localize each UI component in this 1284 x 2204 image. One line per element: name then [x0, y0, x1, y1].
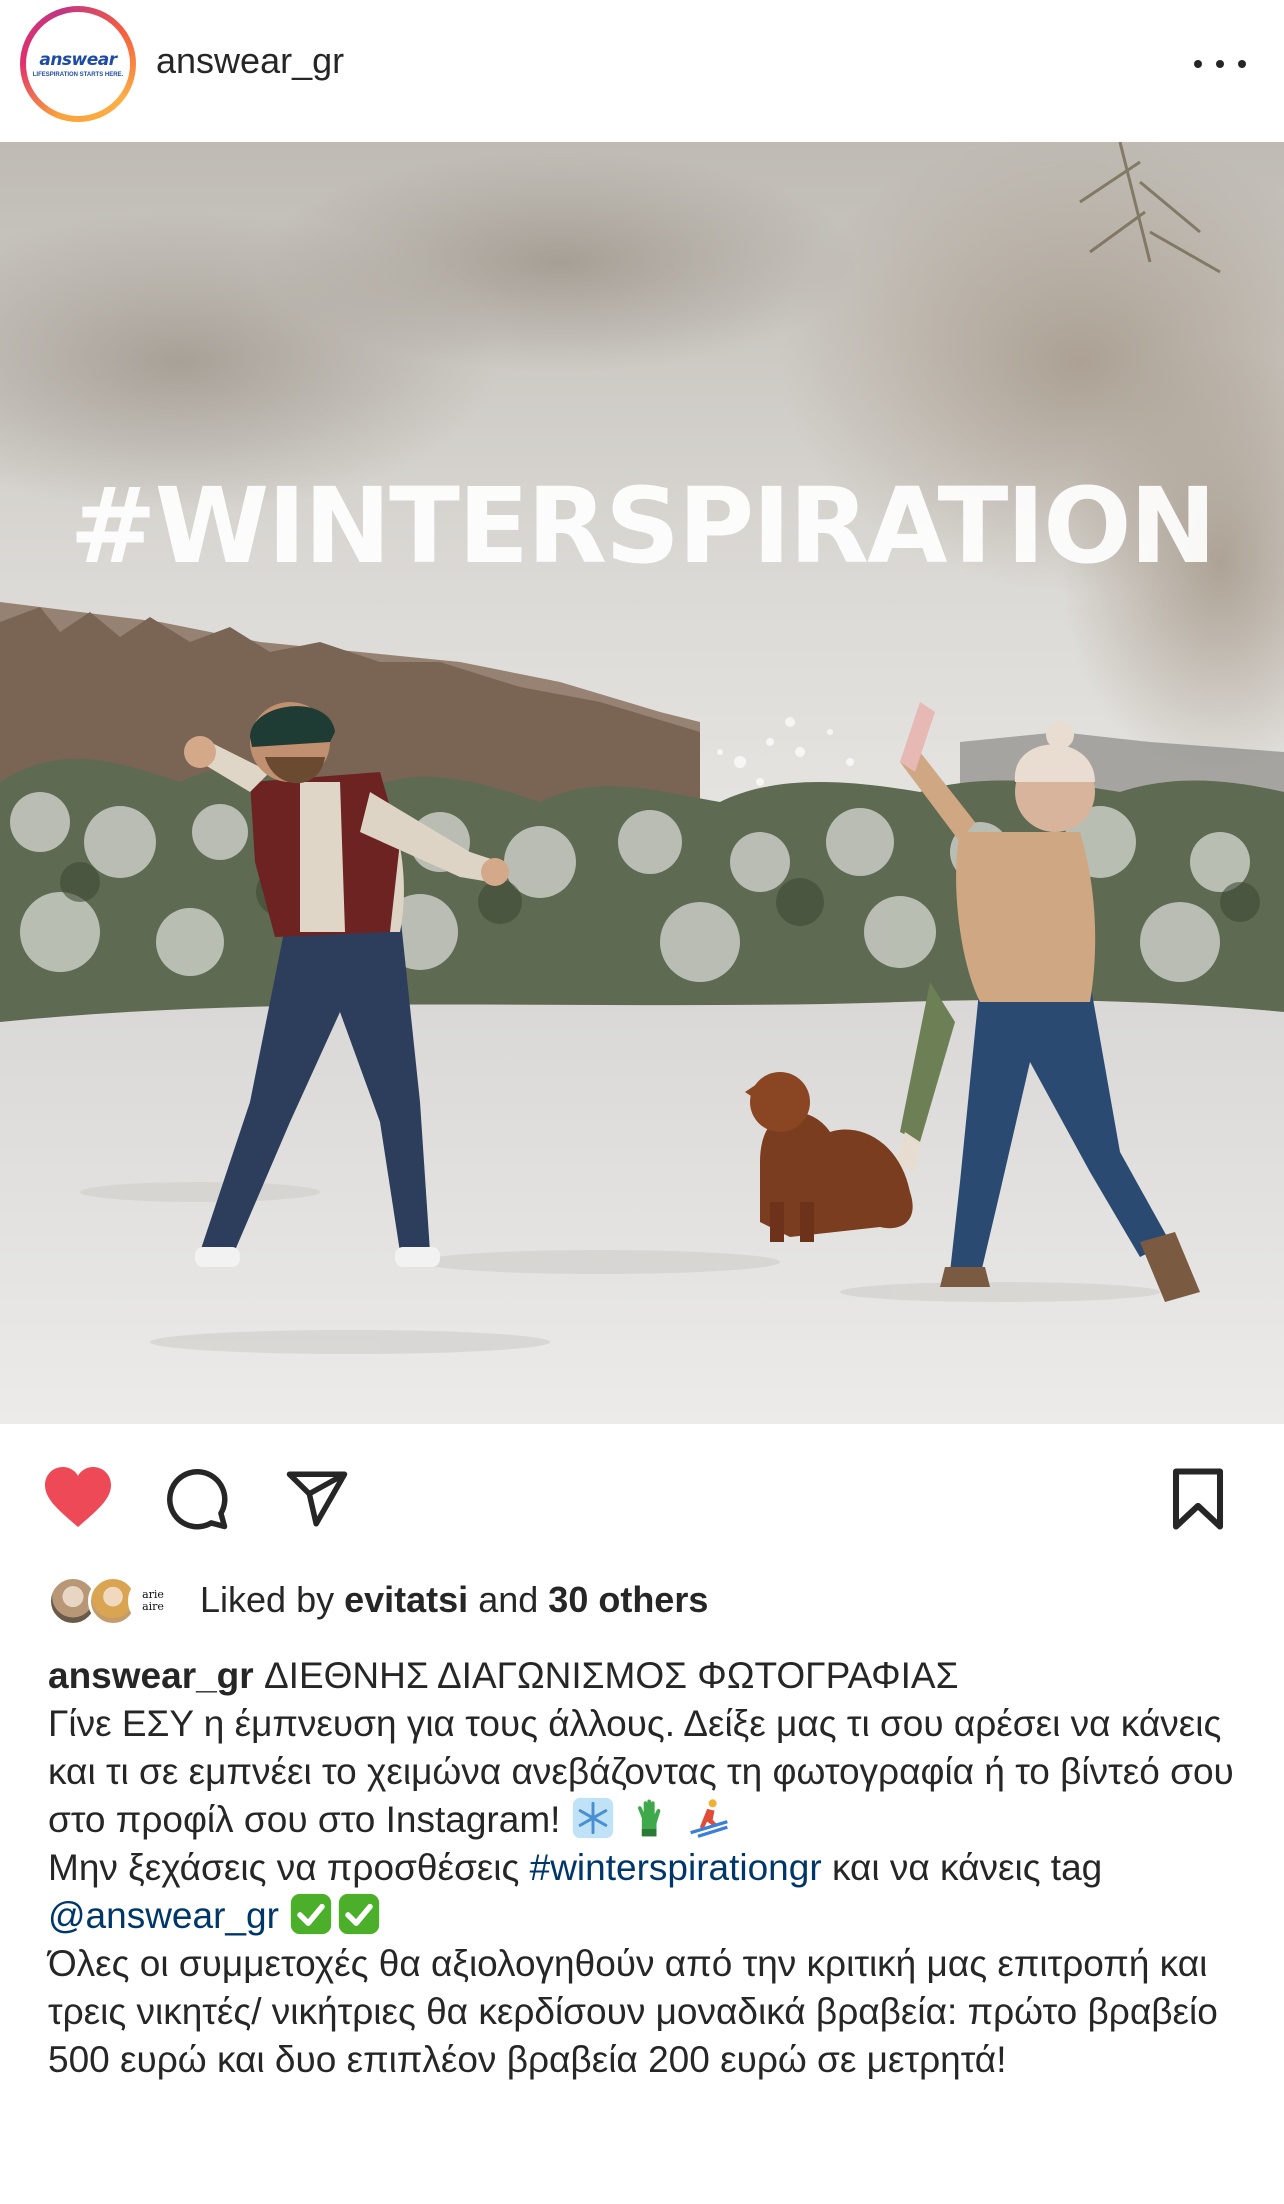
liker-avatar-label: arie aire [142, 1588, 164, 1613]
image-overlay-text: #WINTERSPIRATION [69, 465, 1214, 587]
likes-connector: and [478, 1579, 539, 1620]
more-icon-dot [1216, 60, 1224, 68]
caption-username[interactable]: answear_gr [48, 1655, 254, 1696]
likes-prefix: Liked by [200, 1579, 335, 1620]
caption-paragraph-1: Γίνε ΕΣΥ η έμπνευση για τους άλλους. Δεί… [48, 1700, 1248, 1844]
avatar-logo-word: answear [39, 49, 117, 70]
more-icon-dot [1238, 60, 1246, 68]
caption-paragraph-3: Όλες οι συμμετοχές θα αξιολογηθούν από τ… [48, 1940, 1248, 2084]
comment-icon[interactable] [164, 1466, 230, 1532]
caption-line2-middle: και να κάνεις tag [831, 1847, 1103, 1888]
more-icon [1194, 60, 1202, 68]
avatar-logo-tagline: LIFESPIRATION STARTS HERE. [32, 71, 124, 78]
caption-hashtag-link[interactable]: #winterspirationgr [530, 1847, 822, 1888]
caption-line2-prefix: Μην ξεχάσεις να προσθέσεις [48, 1847, 520, 1888]
skier-icon [690, 1799, 729, 1838]
check-mark-icon [339, 1893, 380, 1935]
caption-mention-link[interactable]: @answear_gr [48, 1895, 279, 1936]
post-caption: answear_gr ΔΙΕΘΝΗΣ ΔΙΑΓΩΝΙΣΜΟΣ ΦΩΤΟΓΡΑΦΙ… [48, 1652, 1248, 2084]
bookmark-icon[interactable] [1168, 1466, 1228, 1532]
profile-avatar[interactable]: answear LIFESPIRATION STARTS HERE. [20, 6, 136, 122]
send-icon[interactable] [284, 1466, 350, 1532]
more-options-button[interactable] [1194, 50, 1246, 78]
post-image[interactable]: #WINTERSPIRATION [0, 142, 1284, 1424]
likes-user[interactable]: evitatsi [344, 1579, 468, 1620]
likes-others[interactable]: 30 others [548, 1579, 708, 1620]
caption-line3: Όλες οι συμμετοχές θα αξιολογηθούν από τ… [48, 1943, 1218, 2080]
post-username[interactable]: answear_gr [156, 40, 344, 82]
caption-paragraph-2: Μην ξεχάσεις να προσθέσεις #winterspirat… [48, 1844, 1248, 1940]
check-mark-icon [291, 1893, 332, 1935]
liker-avatar-marie-claire: arie aire [128, 1576, 178, 1626]
post-actions [0, 1424, 1284, 1570]
post-header: answear LIFESPIRATION STARTS HERE. answe… [0, 0, 1284, 142]
liker-avatars: arie aire [48, 1572, 180, 1628]
caption-title-line: answear_gr ΔΙΕΘΝΗΣ ΔΙΑΓΩΝΙΣΜΟΣ ΦΩΤΟΓΡΑΦΙ… [48, 1652, 1248, 1700]
heart-icon[interactable] [42, 1464, 114, 1530]
likes-text[interactable]: Liked by evitatsi and 30 others [200, 1579, 708, 1621]
avatar-logo: answear LIFESPIRATION STARTS HERE. [26, 12, 130, 116]
likes-row[interactable]: arie aire Liked by evitatsi and 30 other… [48, 1568, 708, 1632]
snowflake-icon [572, 1797, 613, 1839]
glove-icon [638, 1799, 661, 1837]
caption-title: ΔΙΕΘΝΗΣ ΔΙΑΓΩΝΙΣΜΟΣ ΦΩΤΟΓΡΑΦΙΑΣ [263, 1655, 959, 1696]
